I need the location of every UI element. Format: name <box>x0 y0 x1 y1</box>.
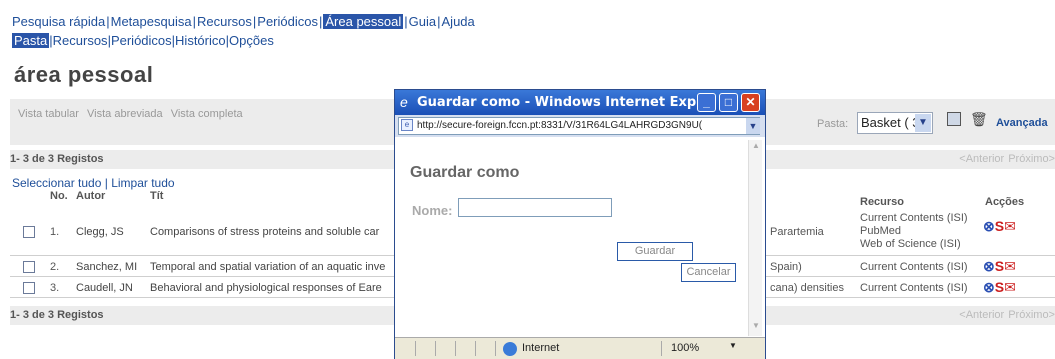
subnav-pasta[interactable]: Pasta <box>12 33 50 48</box>
url-field[interactable]: http://secure-foreign.fccn.pt:8331/V/31R… <box>398 117 760 135</box>
copy-icon[interactable] <box>947 112 961 126</box>
row-number: 2. <box>50 261 60 273</box>
row-number: 3. <box>50 282 60 294</box>
address-bar: http://secure-foreign.fccn.pt:8331/V/31R… <box>395 115 765 137</box>
select-all-link[interactable]: Seleccionar tudo <box>12 176 101 190</box>
row-title[interactable]: Behavioral and physiological responses o… <box>150 282 382 294</box>
remove-icon[interactable]: ⊗ <box>983 279 995 295</box>
row-number: 1. <box>50 226 60 238</box>
col-autor: Autor <box>76 190 106 202</box>
window-title: Guardar como - Windows Internet Expl... <box>417 95 716 110</box>
recurso-item: Current Contents (ISI) <box>860 261 968 273</box>
row-autor[interactable]: Caudell, JN <box>76 282 133 294</box>
row-checkbox[interactable] <box>23 261 35 273</box>
nome-input[interactable] <box>458 198 612 217</box>
chevron-down-icon[interactable]: ▼ <box>746 118 760 134</box>
security-zone: Internet <box>522 342 560 354</box>
prev-link[interactable]: <Anterior <box>959 153 1004 165</box>
col-recurso: Recurso <box>860 196 905 208</box>
maximize-button[interactable]: □ <box>719 93 738 112</box>
url-text: http://secure-foreign.fccn.pt:8331/V/31R… <box>417 120 703 131</box>
row-actions: ⊗S✉ <box>983 218 1016 235</box>
row-title-tail: cana) densities <box>770 282 844 294</box>
popup-heading: Guardar como <box>410 164 520 181</box>
nav-ajuda[interactable]: Ajuda <box>442 14 475 29</box>
clear-all-link[interactable]: Limpar tudo <box>111 176 174 190</box>
row-title[interactable]: Temporal and spatial variation of an aqu… <box>150 261 385 273</box>
col-no: No. <box>50 190 68 202</box>
remove-icon[interactable]: ⊗ <box>983 258 995 274</box>
popup-scrollbar[interactable]: ▲ ▼ <box>748 140 762 336</box>
recurso-item: Web of Science (ISI) <box>860 238 961 250</box>
minimize-button[interactable]: _ <box>697 93 716 112</box>
row-title-tail: Parartemia <box>770 226 824 238</box>
page-icon: e <box>401 119 413 131</box>
row-title-tail: Spain) <box>770 261 802 273</box>
sfx-icon[interactable]: S <box>995 218 1004 234</box>
row-recurso: Current Contents (ISI) <box>860 282 968 295</box>
globe-icon <box>503 342 517 356</box>
row-autor[interactable]: Clegg, JS <box>76 226 124 238</box>
nav-periodicos[interactable]: Periódicos <box>257 14 318 29</box>
page-title: área pessoal <box>14 62 154 87</box>
cancelar-button[interactable]: Cancelar <box>681 263 736 282</box>
close-button[interactable]: ✕ <box>741 93 760 112</box>
row-actions: ⊗S✉ <box>983 258 1016 275</box>
pasta-select[interactable]: Basket ( 3) ▼ <box>857 112 933 134</box>
guardar-button[interactable]: Guardar <box>617 242 693 261</box>
records-count: 1- 3 de 3 Registos <box>10 309 104 321</box>
main-nav: Pesquisa rápida|Metapesquisa|Recursos|Pe… <box>12 14 475 29</box>
remove-icon[interactable]: ⊗ <box>983 218 995 234</box>
sub-nav: Pasta |Recursos|Periódicos|Histórico|Opçõ… <box>12 33 274 48</box>
row-autor[interactable]: Sanchez, MI <box>76 261 137 273</box>
row-checkbox[interactable] <box>23 282 35 294</box>
next-link[interactable]: Próximo> <box>1008 309 1055 321</box>
trash-icon[interactable]: 🗑 <box>970 111 988 128</box>
window-titlebar[interactable]: e Guardar como - Windows Internet Expl..… <box>395 90 765 115</box>
scroll-up-icon[interactable]: ▲ <box>750 141 762 155</box>
view-tabular[interactable]: Vista tabular <box>18 108 79 120</box>
save-as-window: e Guardar como - Windows Internet Expl..… <box>394 89 766 359</box>
col-tit: Tít <box>150 190 164 202</box>
scroll-down-icon[interactable]: ▼ <box>750 321 762 335</box>
status-bar: Internet 100% ▼ <box>395 337 765 359</box>
subnav-periodicos[interactable]: Periódicos <box>111 33 172 48</box>
view-completa[interactable]: Vista completa <box>171 108 243 120</box>
row-checkbox[interactable] <box>23 226 35 238</box>
sfx-icon[interactable]: S <box>995 279 1004 295</box>
ie-icon: e <box>400 94 408 110</box>
chevron-down-icon[interactable]: ▼ <box>915 114 931 132</box>
view-abreviada[interactable]: Vista abreviada <box>87 108 163 120</box>
records-count: 1- 3 de 3 Registos <box>10 153 104 165</box>
nav-guia[interactable]: Guia <box>409 14 436 29</box>
selection-links: Seleccionar tudo | Limpar tudo <box>12 176 175 190</box>
export-icon[interactable]: ✉ <box>1004 218 1016 234</box>
row-title[interactable]: Comparisons of stress proteins and solub… <box>150 226 379 238</box>
nome-label: Nome: <box>412 203 453 218</box>
subnav-opcoes[interactable]: Opções <box>229 33 274 48</box>
nav-metapesquisa[interactable]: Metapesquisa <box>111 14 192 29</box>
nav-area-pessoal[interactable]: Área pessoal <box>323 14 404 29</box>
row-actions: ⊗S✉ <box>983 279 1016 296</box>
col-accoes: Acções <box>985 196 1025 208</box>
nav-recursos[interactable]: Recursos <box>197 14 252 29</box>
next-link[interactable]: Próximo> <box>1008 153 1055 165</box>
sfx-icon[interactable]: S <box>995 258 1004 274</box>
nav-pesquisa-rapida[interactable]: Pesquisa rápida <box>12 14 105 29</box>
popup-content: Guardar como Nome: Guardar Cancelar <box>398 140 748 336</box>
export-icon[interactable]: ✉ <box>1004 279 1016 295</box>
prev-link[interactable]: <Anterior <box>959 309 1004 321</box>
pasta-label: Pasta: <box>817 118 849 130</box>
row-recurso: Current Contents (ISI) <box>860 261 968 274</box>
export-icon[interactable]: ✉ <box>1004 258 1016 274</box>
chevron-down-icon[interactable]: ▼ <box>729 341 737 350</box>
avancada-link[interactable]: Avançada <box>996 117 1048 129</box>
row-recurso: Current Contents (ISI) PubMed Web of Sci… <box>860 212 968 251</box>
subnav-historico[interactable]: Histórico <box>175 33 226 48</box>
recurso-item: PubMed <box>860 225 901 237</box>
recurso-item: Current Contents (ISI) <box>860 212 968 224</box>
subnav-recursos[interactable]: Recursos <box>53 33 108 48</box>
zoom-level[interactable]: 100% <box>671 342 699 354</box>
recurso-item: Current Contents (ISI) <box>860 282 968 294</box>
